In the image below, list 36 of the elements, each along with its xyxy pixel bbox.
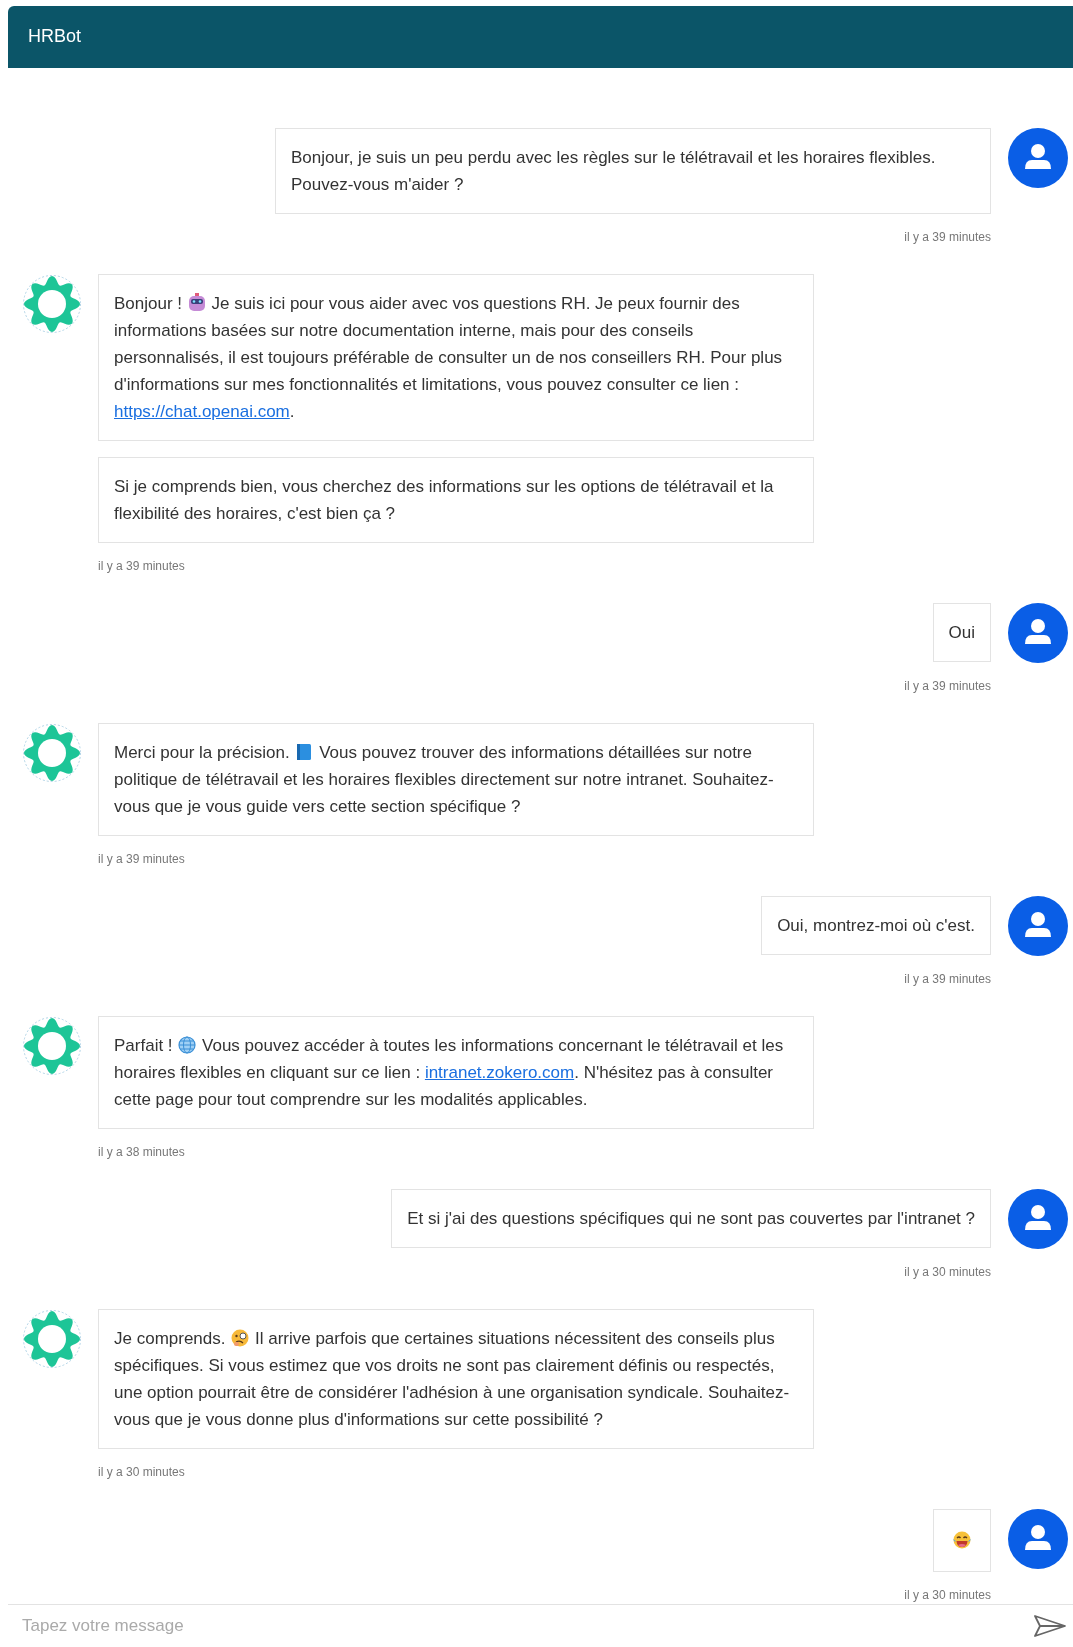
user-avatar <box>1008 895 1068 956</box>
message-bubble: Si je comprends bien, vous cherchez des informations sur les options de télétravail et la flexibilité des horaires, c'est bien ça ? <box>98 456 814 543</box>
timestamp: il y a 30 minutes <box>904 1263 991 1281</box>
timestamp: il y a 39 minutes <box>98 850 186 868</box>
user-avatar <box>1008 127 1068 188</box>
bot-avatar <box>22 273 82 334</box>
message-bubble: Oui <box>932 602 991 662</box>
link[interactable]: intranet.zokero.com <box>424 1062 575 1082</box>
timestamp: il y a 30 minutes <box>904 1586 991 1604</box>
bot-avatar <box>22 1308 82 1369</box>
message-bubble: Oui, montrez-moi où c'est. <box>761 895 991 955</box>
message-bubble: Et si j'ai des questions spécifiques qui ne sont pas couvertes par l'intranet ? <box>391 1188 991 1248</box>
message-bubble: Bonjour, je suis un peu perdu avec les règles sur le télétravail et les horaires flexibles. Pouvez-vous m'aider ? <box>275 127 991 214</box>
message-bubble: Je comprends. Il arrive parfois que certaines situations nécessitent des conseils plus spécifiques. Si vous estimez que vos droits ne sont pas clairement définis ou respectés, une option pourrait être de considérer l'adhésion à une organisation syndicale. Souhaitez-vous que je vous donne plus d'informations sur cette possibilité ? <box>98 1308 814 1449</box>
timestamp: il y a 39 minutes <box>904 970 991 988</box>
message-bubble: Parfait ! Vous pouvez accéder à toutes les informations concernant le télétravail et les horaires flexibles en cliquant sur ce lien : intranet.zokero.com. N'hésitez pas à consulter cette page pour tout comprendre sur les modalités applicables. <box>98 1015 814 1129</box>
bot-avatar <box>22 1015 82 1076</box>
user-avatar <box>1008 1508 1068 1569</box>
timestamp: il y a 38 minutes <box>98 1143 186 1161</box>
timestamp: il y a 30 minutes <box>98 1463 186 1481</box>
message-bubble: Bonjour ! Je suis ici pour vous aider avec vos questions RH. Je peux fournir des informations basées sur notre documentation interne, mais pour des conseils personnalisés, il est toujours préférable de consulter un de nos conseillers RH. Pour plus d'informations sur mes fonctionnalités et limitations, vous pouvez consulter ce lien : https://chat.openai.com. <box>98 273 814 441</box>
user-avatar <box>1008 1188 1068 1249</box>
message-input[interactable]: Tapez votre message <box>22 1613 1031 1639</box>
message-bubble: Merci pour la précision. Vous pouvez trouver des informations détaillées sur notre politique de télétravail et les horaires flexibles directement sur notre intranet. Souhaitez-vous que je vous guide vers cette section spécifique ? <box>98 722 814 836</box>
chat-title: HRBot <box>28 25 81 49</box>
link[interactable]: https://chat.openai.com <box>114 401 290 421</box>
timestamp: il y a 39 minutes <box>904 677 991 695</box>
robot-face-icon <box>186 292 207 313</box>
timestamp: il y a 39 minutes <box>98 557 186 575</box>
send-icon <box>1034 1614 1066 1637</box>
face-icon <box>230 1327 251 1348</box>
bot-avatar <box>22 722 82 783</box>
timestamp: il y a 39 minutes <box>904 228 991 246</box>
laughing-face-icon <box>952 1529 972 1550</box>
user-avatar <box>1008 602 1068 663</box>
globe-icon <box>177 1034 198 1055</box>
